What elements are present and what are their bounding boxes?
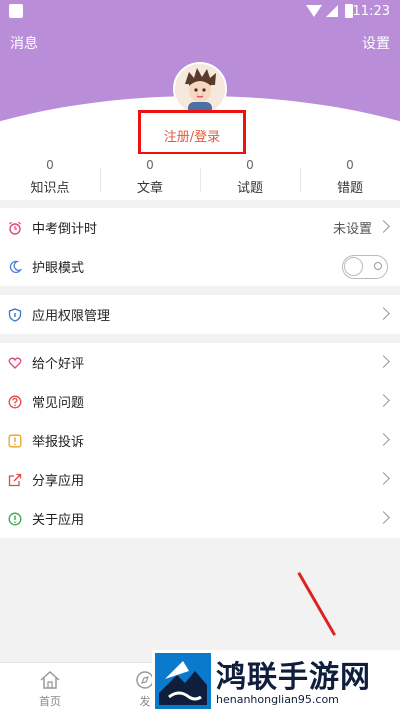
login-register-label: 注册/登录 bbox=[163, 130, 221, 145]
chevron-right-icon bbox=[377, 511, 390, 524]
menu-item-label: 举报投诉 bbox=[32, 435, 85, 450]
question-icon bbox=[8, 395, 22, 408]
avatar-icon bbox=[175, 64, 225, 114]
watermark: 鸿联手游网 henanhonglian95.com bbox=[152, 650, 400, 712]
warning-icon bbox=[8, 434, 22, 447]
status-bar: 11:23 bbox=[0, 0, 400, 24]
info-icon bbox=[8, 512, 22, 525]
moon-icon bbox=[9, 260, 22, 273]
stat-value: 0 bbox=[146, 158, 154, 172]
chevron-right-icon bbox=[377, 220, 390, 233]
heart-icon bbox=[8, 357, 22, 369]
share-icon bbox=[8, 473, 22, 486]
stat-value: 0 bbox=[246, 158, 254, 172]
menu-group-general: 中考倒计时 未设置 护眼模式 bbox=[0, 208, 400, 286]
menu-item-about[interactable]: 关于应用 bbox=[0, 499, 400, 538]
stat-questions[interactable]: 0 试题 bbox=[200, 154, 300, 200]
stat-wrong[interactable]: 0 错题 bbox=[300, 154, 400, 200]
shield-icon bbox=[8, 307, 22, 322]
tab-label: 发 bbox=[139, 695, 151, 708]
tab-label: 首页 bbox=[39, 695, 61, 708]
stat-label: 错题 bbox=[336, 181, 363, 196]
messages-button[interactable]: 消息 bbox=[10, 33, 38, 53]
tab-home[interactable]: 首页 bbox=[20, 669, 80, 709]
signal-icon bbox=[326, 5, 338, 17]
eye-mode-toggle[interactable] bbox=[342, 255, 388, 279]
menu-item-countdown[interactable]: 中考倒计时 未设置 bbox=[0, 208, 400, 247]
login-register-button[interactable]: 注册/登录 bbox=[138, 110, 246, 155]
menu-item-label: 分享应用 bbox=[32, 474, 85, 489]
menu-item-label: 护眼模式 bbox=[32, 261, 85, 276]
menu-group-support: 给个好评 常见问题 举报投诉 分享应用 关于应用 bbox=[0, 343, 400, 538]
status-time: 11:23 bbox=[352, 4, 390, 19]
menu-item-label: 关于应用 bbox=[32, 513, 85, 528]
chevron-right-icon bbox=[377, 472, 390, 485]
menu-item-label: 给个好评 bbox=[32, 357, 85, 372]
watermark-name: 鸿联手游网 bbox=[216, 660, 371, 695]
stat-value: 0 bbox=[46, 158, 54, 172]
menu-item-rate[interactable]: 给个好评 bbox=[0, 343, 400, 382]
stat-label: 知识点 bbox=[30, 181, 70, 196]
menu-item-share[interactable]: 分享应用 bbox=[0, 460, 400, 499]
stats-row: 0 知识点 0 文章 0 试题 0 错题 bbox=[0, 154, 400, 200]
menu-item-faq[interactable]: 常见问题 bbox=[0, 382, 400, 421]
chevron-right-icon bbox=[377, 394, 390, 407]
watermark-logo bbox=[155, 653, 211, 709]
menu-item-eye-mode: 护眼模式 bbox=[0, 247, 400, 286]
home-icon bbox=[40, 670, 60, 689]
chevron-right-icon bbox=[377, 307, 390, 320]
stat-label: 试题 bbox=[236, 181, 263, 196]
toggle-knob bbox=[344, 257, 363, 276]
alarm-clock-icon bbox=[9, 221, 21, 235]
chevron-right-icon bbox=[377, 433, 390, 446]
stat-knowledge[interactable]: 0 知识点 bbox=[0, 154, 100, 200]
watermark-site: henanhonglian95.com bbox=[216, 693, 339, 706]
stat-articles[interactable]: 0 文章 bbox=[100, 154, 200, 200]
notification-icon bbox=[9, 4, 23, 18]
chevron-right-icon bbox=[377, 355, 390, 368]
stat-value: 0 bbox=[346, 158, 354, 172]
settings-button[interactable]: 设置 bbox=[362, 33, 390, 53]
menu-group-permissions: 应用权限管理 bbox=[0, 295, 400, 334]
countdown-value: 未设置 bbox=[332, 222, 372, 237]
menu-item-label: 常见问题 bbox=[32, 396, 85, 411]
annotation-arrow bbox=[297, 572, 336, 636]
menu-item-label: 中考倒计时 bbox=[32, 222, 98, 237]
avatar[interactable] bbox=[173, 62, 227, 116]
menu-item-permissions[interactable]: 应用权限管理 bbox=[0, 295, 400, 334]
menu-item-report[interactable]: 举报投诉 bbox=[0, 421, 400, 460]
menu-item-label: 应用权限管理 bbox=[32, 309, 111, 324]
stat-label: 文章 bbox=[136, 181, 163, 196]
toggle-off-indicator bbox=[374, 262, 382, 270]
wifi-icon bbox=[306, 5, 322, 17]
